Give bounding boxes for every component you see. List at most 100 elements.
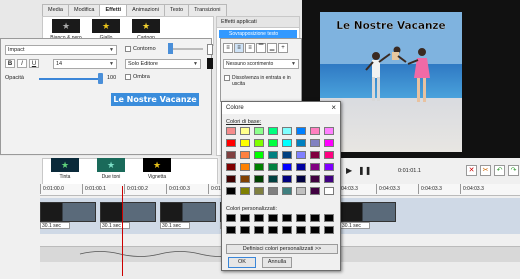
basic-color-swatch[interactable] (254, 139, 264, 147)
basic-color-swatch[interactable] (226, 139, 236, 147)
opacity-slider-thumb[interactable] (98, 73, 103, 84)
custom-color-swatch[interactable] (282, 214, 292, 222)
basic-color-swatch[interactable] (296, 163, 306, 171)
position-cross-icon[interactable]: + (278, 43, 288, 53)
playhead[interactable] (122, 186, 123, 276)
custom-color-swatch[interactable] (254, 214, 264, 222)
scroll-select[interactable]: Nessuno scorrimento ▼ (223, 59, 299, 69)
effect-vignetta[interactable]: ★ Vignetta (142, 158, 172, 180)
tab-media[interactable]: Media (42, 4, 69, 16)
custom-color-swatch[interactable] (324, 214, 334, 222)
cancel-button[interactable]: Annulla (262, 257, 292, 268)
shadow-checkbox[interactable] (125, 74, 131, 80)
basic-color-swatch[interactable] (226, 175, 236, 183)
basic-color-swatch[interactable] (282, 163, 292, 171)
basic-color-swatch[interactable] (268, 127, 278, 135)
stroke-color-swatch[interactable] (207, 58, 213, 69)
shadow-option[interactable]: Ombra (125, 74, 150, 80)
fade-checkbox[interactable] (224, 75, 230, 81)
stroke-slider-track[interactable] (169, 48, 203, 50)
custom-color-swatch[interactable] (310, 214, 320, 222)
basic-color-swatch[interactable] (310, 139, 320, 147)
font-size-field[interactable]: 14 ▼ (53, 59, 117, 69)
redo-icon[interactable]: ↷ (508, 165, 519, 176)
timeline-clip[interactable]: 30.1 sec (340, 202, 396, 230)
basic-color-swatch[interactable] (268, 163, 278, 171)
opacity-slider-track[interactable] (39, 78, 101, 80)
basic-color-swatch[interactable] (240, 151, 250, 159)
basic-color-swatch[interactable] (296, 175, 306, 183)
basic-color-swatch[interactable] (226, 163, 236, 171)
timeline-clip[interactable]: 30.1 sec (160, 202, 216, 230)
text-color-swatch[interactable] (207, 44, 213, 55)
basic-color-swatch[interactable] (226, 127, 236, 135)
custom-color-swatch[interactable] (282, 226, 292, 234)
basic-color-swatch[interactable] (324, 139, 334, 147)
effect-tinta[interactable]: ★ Tinta (50, 158, 80, 180)
basic-color-swatch[interactable] (296, 151, 306, 159)
custom-color-swatch[interactable] (296, 226, 306, 234)
stroke-option[interactable]: Contorno (125, 46, 156, 52)
basic-color-swatch[interactable] (296, 187, 306, 195)
basic-color-swatch[interactable] (240, 163, 250, 171)
basic-color-swatch[interactable] (226, 151, 236, 159)
basic-color-swatch[interactable] (254, 163, 264, 171)
basic-color-swatch[interactable] (254, 187, 264, 195)
close-icon[interactable]: × (331, 102, 336, 114)
basic-color-swatch[interactable] (282, 175, 292, 183)
custom-color-swatch[interactable] (226, 214, 236, 222)
delete-icon[interactable]: ✕ (466, 165, 477, 176)
custom-color-swatch[interactable] (268, 226, 278, 234)
basic-color-swatch[interactable] (324, 175, 334, 183)
basic-color-swatch[interactable] (310, 187, 320, 195)
fade-option[interactable]: Dissolvenza in entrata e in uscita (224, 75, 300, 87)
basic-color-swatch[interactable] (324, 187, 334, 195)
basic-color-swatch[interactable] (240, 187, 250, 195)
basic-color-swatch[interactable] (282, 139, 292, 147)
valign-bottom-icon[interactable]: ▁ (267, 43, 277, 53)
align-center-icon[interactable]: ≡ (234, 43, 244, 53)
basic-color-swatch[interactable] (296, 127, 306, 135)
basic-color-swatch[interactable] (282, 127, 292, 135)
valign-top-icon[interactable]: ▔ (256, 43, 266, 53)
basic-color-swatch[interactable] (268, 151, 278, 159)
align-right-icon[interactable]: ≡ (245, 43, 255, 53)
tab-animazioni[interactable]: Animazioni (126, 4, 165, 16)
basic-color-swatch[interactable] (282, 187, 292, 195)
play-icon[interactable]: ▶ (346, 166, 352, 175)
scissors-icon[interactable]: ✂ (480, 165, 491, 176)
basic-color-swatch[interactable] (296, 139, 306, 147)
tab-transizioni[interactable]: Transizioni (188, 4, 227, 16)
mode-select[interactable]: Solo Editore ▼ (125, 59, 201, 69)
basic-color-swatch[interactable] (310, 151, 320, 159)
basic-color-swatch[interactable] (268, 187, 278, 195)
underline-button[interactable]: U (29, 59, 39, 68)
stroke-checkbox[interactable] (125, 46, 131, 52)
tab-modifica[interactable]: Modifica (67, 4, 101, 16)
basic-color-swatch[interactable] (268, 175, 278, 183)
pause-icon[interactable]: ❚❚ (358, 166, 371, 175)
stroke-slider-thumb[interactable] (168, 43, 173, 54)
basic-color-swatch[interactable] (324, 127, 334, 135)
basic-color-swatch[interactable] (254, 175, 264, 183)
custom-color-swatch[interactable] (240, 226, 250, 234)
basic-color-swatch[interactable] (268, 139, 278, 147)
custom-color-swatch[interactable] (296, 214, 306, 222)
custom-color-swatch[interactable] (254, 226, 264, 234)
custom-color-swatch[interactable] (226, 226, 236, 234)
timeline-clip[interactable]: 30.1 sec (40, 202, 96, 230)
basic-color-swatch[interactable] (240, 127, 250, 135)
tab-testo[interactable]: Testo (163, 4, 190, 16)
basic-color-swatch[interactable] (310, 127, 320, 135)
effect-due-toni[interactable]: ★ Due toni (96, 158, 126, 180)
basic-color-swatch[interactable] (324, 163, 334, 171)
undo-icon[interactable]: ↶ (494, 165, 505, 176)
basic-color-swatch[interactable] (226, 187, 236, 195)
align-left-icon[interactable]: ≡ (223, 43, 233, 53)
basic-color-swatch[interactable] (254, 151, 264, 159)
basic-color-swatch[interactable] (240, 175, 250, 183)
applied-effect-item[interactable]: Sovrapposizione testo (219, 30, 297, 38)
basic-color-swatch[interactable] (310, 175, 320, 183)
custom-color-swatch[interactable] (310, 226, 320, 234)
custom-color-swatch[interactable] (324, 226, 334, 234)
